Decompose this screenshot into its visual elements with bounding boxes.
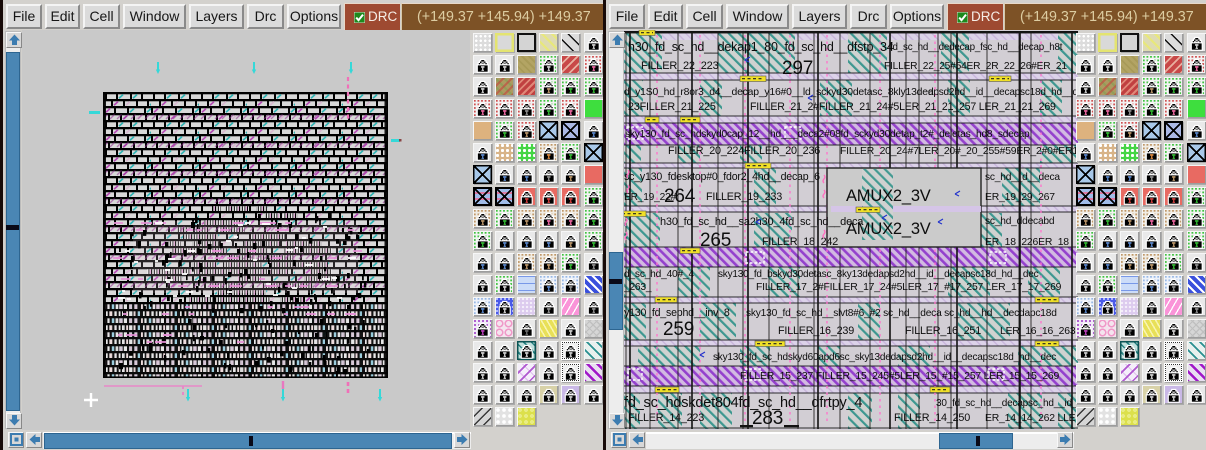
- svg-text:FILLER_15_237 FILLER_15_245#5L: FILLER_15_237 FILLER_15_245#5LER_15_#15_…: [740, 371, 1059, 382]
- svg-text:FILLER_14_223: FILLER_14_223: [628, 412, 704, 424]
- svg-text:sc_hd__d__deca: sc_hd__d__deca: [985, 172, 1060, 183]
- svg-text:297: 297: [782, 58, 813, 79]
- svg-text:ER_18_226ER_18: ER_18_226ER_18: [985, 237, 1069, 248]
- svg-text:LER_16_16_263LLER_16: LER_16_16_263LLER_16: [1000, 326, 1078, 337]
- svg-text:sky130_fd_sc_hd__slvt8#6_#2 sc: sky130_fd_sc_hd__slvt8#6_#2 sc_hd__deca …: [746, 308, 1057, 319]
- svg-text:23FILLER_21_225: 23FILLER_21_225: [628, 101, 716, 113]
- svg-text:d_y1S0_hd_r8or3_d4__decap_y16#: d_y1S0_hd_r8or3_d4__decap_y16#0__ld_scky…: [624, 87, 934, 98]
- svg-text:FILLER_16_251: FILLER_16_251: [905, 325, 981, 337]
- svg-text:265: 265: [700, 230, 731, 251]
- svg-text:fd_sc_hdskdet804fd_sc_hd__dfrt: fd_sc_hdskdet804fd_sc_hd__dfrtpy_4: [624, 395, 862, 411]
- svg-text:283: 283: [752, 408, 783, 429]
- svg-text:sky130_fd_sc_hdskyd0cap_12__hd: sky130_fd_sc_hdskyd0cap_12__hd___deca2#0…: [625, 129, 1030, 140]
- svg-text:FILLER_17_2#FILLER_17_24#5LER_: FILLER_17_2#FILLER_17_24#5LER_17_#17_257…: [756, 282, 1062, 293]
- svg-text:sc_y130_fdesktop#0_fdor2_4hd__: sc_y130_fdesktop#0_fdor2_4hd__decap_6: [624, 171, 820, 183]
- svg-text:fd_sc_hd__dedecap_fsc_hd__deca: fd_sc_hd__dedecap_fsc_hd__decap_h8t: [890, 42, 1063, 53]
- svg-text:FILLER_22_25#54ER_2R_22_26#ER_: FILLER_22_25#54ER_2R_22_26#ER_21: [884, 61, 1067, 72]
- svg-text:FILLER_16_239: FILLER_16_239: [778, 325, 854, 337]
- svg-text:FILLER_18_242: FILLER_18_242: [762, 236, 838, 248]
- svg-text:FILLER_14_250: FILLER_14_250: [894, 412, 970, 424]
- svg-text:d_sc_hd_40#_4: d_sc_hd_40#_4: [624, 269, 694, 280]
- svg-text:AMUX2_3V: AMUX2_3V: [846, 220, 931, 238]
- svg-text:sc_hd_ddecabd: sc_hd_ddecabd: [985, 216, 1055, 227]
- svg-text:FILLER_19_233: FILLER_19_233: [706, 191, 782, 203]
- svg-text:h30_fd_sc_hd__sa2h30_4fd_sc_hd: h30_fd_sc_hd__sa2h30_4fd_sc_hd__deca: [660, 216, 864, 228]
- svg-text:FILLER_21_2#FILLER_21_24#5LER_: FILLER_21_2#FILLER_21_24#5LER_21_21_257 …: [750, 101, 1056, 113]
- svg-text:sky130_fd_sc_hdskyd60apd6sc_sk: sky130_fd_sc_hdskyd60apd6sc_sky13dedapsd…: [713, 352, 1056, 363]
- svg-text:y130_fd_sephd__inv_8: y130_fd_sephd__inv_8: [624, 307, 730, 319]
- svg-text:ER_19_29_267: ER_19_29_267: [985, 192, 1055, 203]
- svg-text:264: 264: [664, 186, 696, 207]
- svg-text:30_fd_sc_hd__decapsc_hd__id__d: 30_fd_sc_hd__decapsc_hd__id__decab_s2hd: [936, 398, 1078, 409]
- svg-text:ER_14_14_262 LLER_14: ER_14_14_262 LLER_14: [985, 413, 1078, 424]
- svg-text:apsd2hd__id__decapsc18d_hd__de: apsd2hd__id__decapsc18d_hd__dec: [928, 87, 1078, 98]
- svg-text:FILLER_20_24#7LER_20#_20_255#5: FILLER_20_24#7LER_20#_20_255#59ER_2#0#ER…: [840, 146, 1078, 157]
- svg-text:sky130_fd_bskyd30detasc_8ky13d: sky130_fd_bskyd30detasc_8ky13dedapsd2hd_…: [718, 269, 1039, 280]
- svg-text:h30_fd_sc_hd__dekap1_80_fd_sc_: h30_fd_sc_hd__dekap1_80_fd_sc_hd__dfstp_…: [628, 40, 894, 54]
- svg-text:FILLER_22_223: FILLER_22_223: [641, 60, 719, 72]
- svg-text:FILLER_20_224FILLER_20_236: FILLER_20_224FILLER_20_236: [668, 145, 820, 157]
- svg-text:AMUX2_3V: AMUX2_3V: [846, 187, 931, 205]
- svg-text:_263_: _263_: [623, 282, 652, 293]
- svg-text:259: 259: [663, 319, 694, 340]
